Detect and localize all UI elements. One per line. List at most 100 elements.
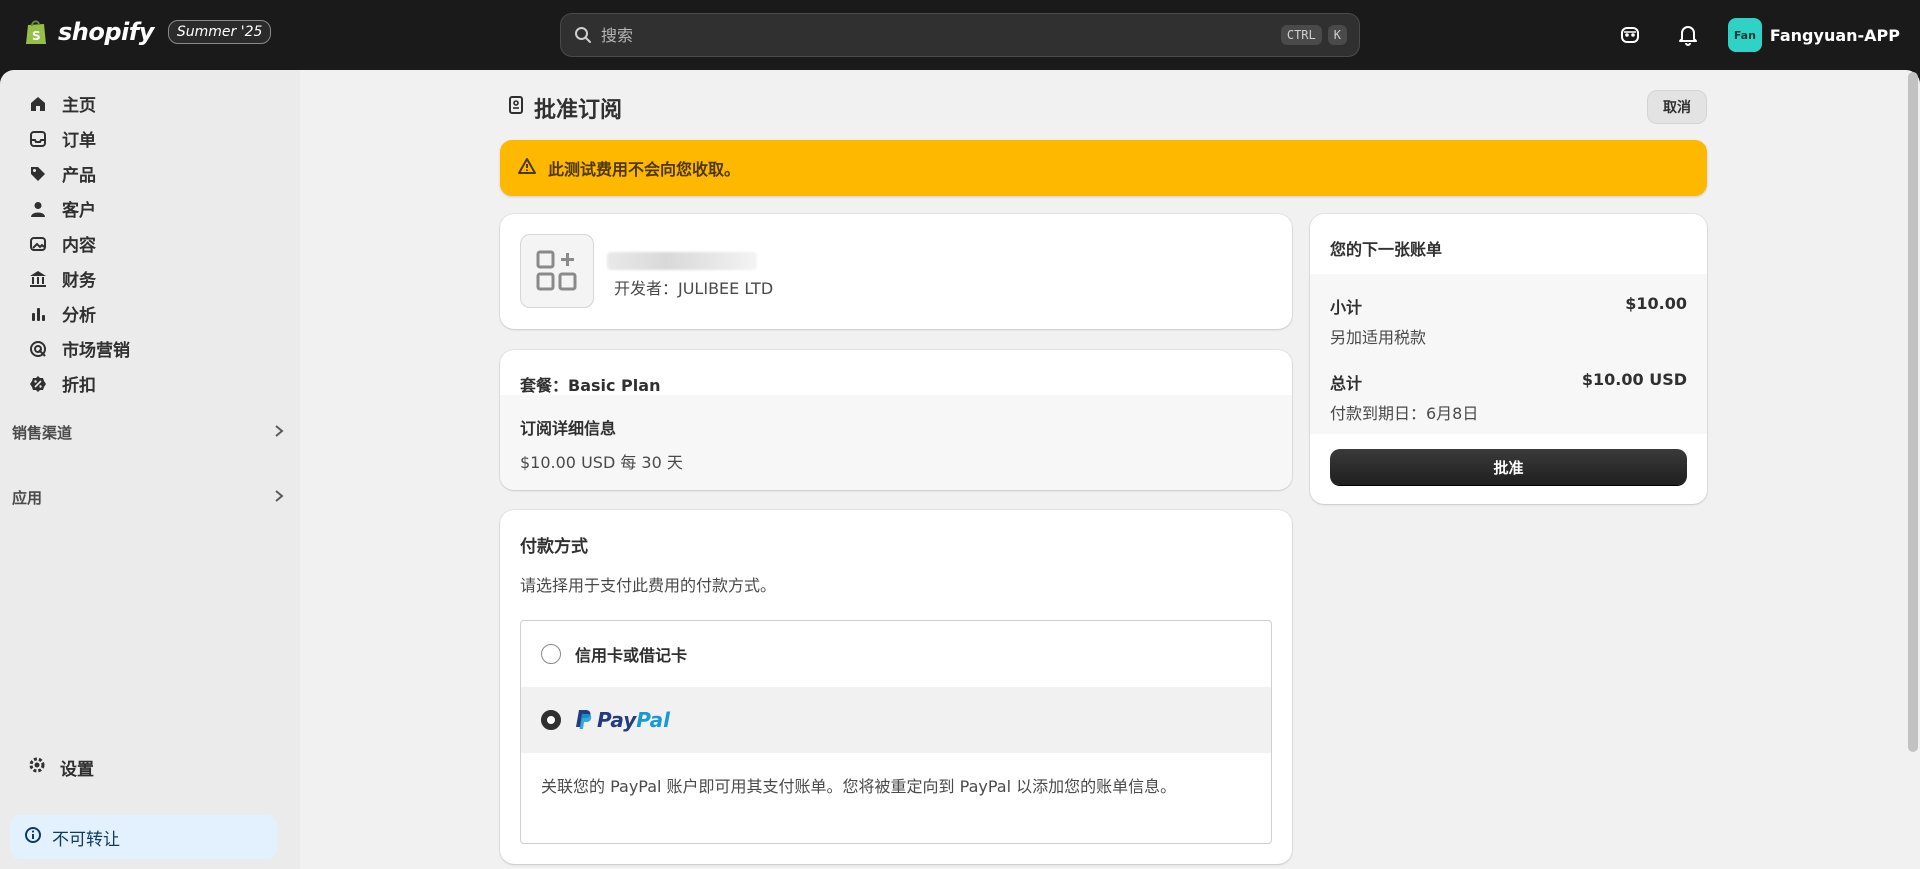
sidekick-icon[interactable] (1612, 17, 1648, 53)
svg-text:S: S (32, 29, 41, 43)
bill-title: 您的下一张账单 (1330, 240, 1443, 259)
sidebar: 主页 订单 产品 客户 内容 财务 分析 市场营销 折扣 销售渠道 应用 设置 … (0, 70, 300, 869)
radio-paypal[interactable] (541, 710, 561, 730)
payment-title: 付款方式 (520, 537, 588, 557)
sidebar-item-label: 客户 (62, 201, 96, 221)
radio-card[interactable] (541, 644, 561, 664)
sidebar-item-label: 财务 (62, 271, 96, 291)
notice-label: 不可转让 (52, 829, 120, 850)
sidebar-item-label: 市场营销 (62, 341, 130, 361)
search-icon (573, 25, 593, 45)
image-icon (28, 234, 48, 254)
shortcut-ctrl: CTRL (1280, 25, 1322, 45)
total-label: 总计 (1330, 374, 1363, 393)
test-charge-banner: 此测试费用不会向您收取。 (500, 140, 1707, 196)
settings-label: 设置 (60, 760, 94, 780)
search-input[interactable] (601, 25, 1275, 45)
tax-note: 另加适用税款 (1330, 328, 1427, 347)
sidebar-item-finance[interactable]: 财务 (16, 261, 284, 296)
sidebar-item-content[interactable]: 内容 (16, 226, 284, 261)
warning-icon (518, 157, 536, 179)
plan-name: 套餐：Basic Plan (520, 376, 661, 395)
discount-icon (28, 374, 48, 394)
receipt-icon (508, 95, 524, 121)
sidebar-item-marketing[interactable]: 市场营销 (16, 331, 284, 366)
chevron-right-icon (274, 489, 284, 507)
non-transferable-notice[interactable]: 不可转让 (10, 815, 277, 859)
option-paypal[interactable]: Pay Pal (521, 687, 1271, 753)
payment-description: 请选择用于支付此费用的付款方式。 (520, 576, 777, 595)
sidebar-item-discounts[interactable]: 折扣 (16, 366, 284, 401)
sidebar-item-customers[interactable]: 客户 (16, 191, 284, 226)
search-bar[interactable]: CTRL K (560, 13, 1360, 57)
app-name-redacted (607, 252, 757, 270)
developer-text: 开发者：JULIBEE LTD (614, 279, 774, 298)
sidebar-item-label: 主页 (62, 96, 96, 116)
app-info-card: 开发者：JULIBEE LTD (500, 214, 1292, 329)
shopify-bag-icon: S (24, 18, 48, 46)
apps-label: 应用 (12, 489, 43, 507)
sidebar-item-label: 折扣 (62, 376, 96, 396)
option-card[interactable]: 信用卡或借记卡 (521, 621, 1271, 687)
payment-method-card: 付款方式 请选择用于支付此费用的付款方式。 信用卡或借记卡 Pay Pal 关联您… (500, 510, 1292, 864)
person-icon (28, 199, 48, 219)
sidebar-item-label: 产品 (62, 166, 96, 186)
paypal-note: 关联您的 PayPal 账户即可用其支付账单。您将被重定向到 PayPal 以添… (541, 777, 1177, 796)
brand-wordmark: shopify (58, 18, 154, 46)
cancel-button[interactable]: 取消 (1647, 90, 1707, 124)
subtotal-row: 小计 $10.00 (1330, 294, 1687, 318)
app-placeholder-icon (520, 234, 594, 308)
release-badge[interactable]: Summer '25 (167, 20, 272, 44)
apps-section[interactable]: 应用 (12, 487, 284, 508)
sidebar-item-label: 分析 (62, 306, 96, 326)
subscription-details: 订阅详细信息 $10.00 USD 每 30 天 (500, 395, 1292, 490)
sales-channels-label: 销售渠道 (12, 424, 73, 442)
banner-text: 此测试费用不会向您收取。 (548, 160, 741, 179)
subtotal-value: $10.00 (1625, 294, 1687, 313)
info-icon (24, 826, 42, 849)
sidebar-item-orders[interactable]: 订单 (16, 121, 284, 156)
total-row: 总计 $10.00 USD (1330, 370, 1687, 394)
sales-channels-section[interactable]: 销售渠道 (12, 422, 284, 443)
bar-chart-icon (28, 304, 48, 324)
gear-icon (28, 756, 46, 779)
top-right-actions: Fan Fangyuan-APP (1612, 17, 1900, 53)
total-value: $10.00 USD (1581, 370, 1687, 389)
sidebar-item-label: 订单 (62, 131, 96, 151)
page-title-text: 批准订阅 (534, 98, 623, 123)
main-content: 批准订阅 取消 此测试费用不会向您收取。 开发者：JULIBEE LTD 套餐：… (300, 70, 1920, 869)
due-date: 付款到期日：6月8日 (1330, 404, 1479, 423)
option-card-label: 信用卡或借记卡 (575, 646, 688, 665)
paypal-wordmark-pal: Pal (636, 708, 671, 732)
store-menu[interactable]: Fan Fangyuan-APP (1727, 18, 1900, 52)
store-name: Fangyuan-APP (1769, 25, 1900, 45)
bank-icon (28, 269, 48, 289)
sidebar-item-label: 内容 (62, 236, 96, 256)
page-title: 批准订阅 (508, 92, 622, 124)
brand[interactable]: S shopify Summer '25 (24, 18, 272, 46)
subscription-price: $10.00 USD 每 30 天 (520, 453, 683, 472)
sidebar-item-analytics[interactable]: 分析 (16, 296, 284, 331)
plan-card: 套餐：Basic Plan 订阅详细信息 $10.00 USD 每 30 天 (500, 350, 1292, 490)
approve-button[interactable]: 批准 (1330, 449, 1687, 485)
subtotal-label: 小计 (1330, 298, 1363, 317)
shortcut-k: K (1327, 25, 1347, 45)
subscription-details-title: 订阅详细信息 (520, 419, 617, 438)
payment-options: 信用卡或借记卡 Pay Pal 关联您的 PayPal 账户即可用其支付账单。您将… (520, 620, 1272, 844)
top-bar: S shopify Summer '25 CTRL K Fan Fangyuan… (0, 0, 1920, 70)
next-bill-card: 您的下一张账单 小计 $10.00 另加适用税款 总计 $10.00 USD 付… (1310, 214, 1707, 504)
avatar: Fan (1727, 18, 1762, 52)
paypal-wordmark-pay: Pay (597, 708, 637, 732)
paypal-logo: Pay Pal (575, 708, 670, 732)
target-icon (28, 339, 48, 359)
bill-summary: 小计 $10.00 另加适用税款 总计 $10.00 USD 付款到期日：6月8… (1310, 274, 1707, 434)
sidebar-item-home[interactable]: 主页 (16, 86, 284, 121)
tag-icon (28, 164, 48, 184)
chevron-right-icon (274, 424, 284, 442)
home-icon (28, 94, 48, 114)
bell-icon[interactable] (1670, 17, 1706, 53)
sidebar-item-products[interactable]: 产品 (16, 156, 284, 191)
sidebar-item-settings[interactable]: 设置 (28, 755, 94, 780)
scrollbar[interactable] (1908, 72, 1918, 752)
sidebar-nav: 主页 订单 产品 客户 内容 财务 分析 市场营销 折扣 (16, 86, 284, 401)
